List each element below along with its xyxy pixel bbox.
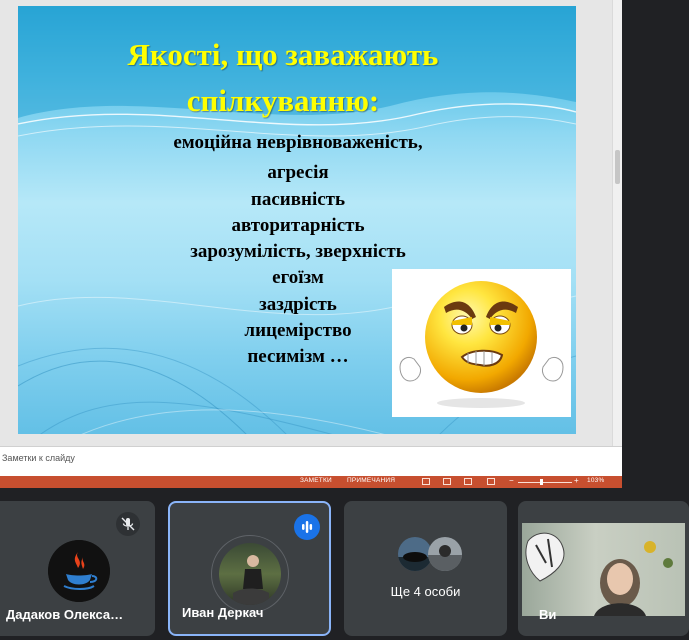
slide-title-line-1: Якості, що заважають	[127, 37, 439, 72]
zoom-slider-handle[interactable]	[540, 479, 543, 485]
more-participants-tile[interactable]: Ще 4 особи	[344, 501, 507, 636]
self-tile[interactable]: Ви	[518, 501, 689, 636]
slideshow-icon[interactable]	[487, 478, 495, 485]
reading-view-icon[interactable]	[464, 478, 472, 485]
comments-toggle-button[interactable]: ПРИМЕЧАНИЯ	[347, 477, 395, 484]
list-item: зарозумілість, зверхність	[190, 241, 406, 263]
slide: Якості, що заважають спілкуванню: емоцій…	[18, 6, 576, 434]
notes-toggle-button[interactable]: ЗАМЕТКИ	[300, 477, 332, 484]
participant-name: Иван Деркач	[182, 605, 264, 620]
participant-tile-active[interactable]: Иван Деркач	[168, 501, 331, 636]
audio-indicator-icon	[294, 514, 320, 540]
status-bar: ЗАМЕТКИ ПРИМЕЧАНИЯ − + 103%	[0, 476, 622, 488]
vertical-scrollbar[interactable]	[612, 0, 622, 446]
avatar	[48, 540, 110, 602]
slide-notes-field[interactable]: Заметки к слайду	[0, 446, 622, 477]
angry-emoji-image	[392, 269, 571, 417]
participant-name: Ви	[539, 607, 557, 622]
zoom-in-icon[interactable]: +	[574, 476, 579, 485]
self-video	[522, 523, 685, 616]
avatar	[219, 543, 281, 605]
zoom-level[interactable]: 103%	[587, 477, 604, 484]
mic-off-icon	[116, 512, 140, 536]
slide-sorter-icon[interactable]	[443, 478, 451, 485]
slide-editor: Якості, що заважають спілкуванню: емоцій…	[0, 0, 612, 446]
avatar	[398, 537, 432, 571]
avatar	[428, 537, 462, 571]
zoom-out-icon[interactable]: −	[509, 476, 514, 485]
list-item: агресія	[267, 162, 329, 184]
slide-notes-placeholder: Заметки к слайду	[2, 453, 75, 463]
slide-title: Якості, що заважають спілкуванню:	[18, 32, 548, 124]
zoom-slider[interactable]	[518, 481, 572, 483]
list-item: емоційна неврівноваженість,	[173, 132, 423, 153]
slide-title-line-2: спілкуванню:	[186, 83, 380, 118]
java-logo-icon	[48, 540, 110, 602]
normal-view-icon[interactable]	[422, 478, 430, 485]
more-participants-label: Ще 4 особи	[390, 584, 461, 599]
list-item: пасивність	[250, 188, 346, 210]
shared-screen: Якості, що заважають спілкуванню: емоцій…	[0, 0, 622, 488]
list-item: авторитарність	[231, 214, 365, 236]
participant-name: Дадаков Олекса…	[6, 607, 124, 622]
